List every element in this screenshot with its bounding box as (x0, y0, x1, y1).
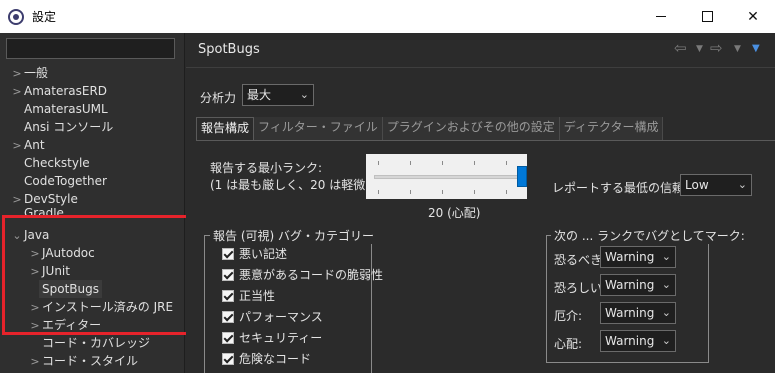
chevron-right-icon: > (30, 319, 40, 332)
rank-mark-select-concern[interactable]: Warning ⌄ (600, 330, 676, 352)
tree-item-code-style[interactable]: > コード・スタイル (28, 352, 138, 370)
window-title: 設定 (32, 10, 57, 24)
category-checkbox[interactable]: 正当性 (222, 288, 275, 304)
chevron-down-icon: ⌄ (299, 88, 309, 101)
tab-reporter-config[interactable]: 報告構成 (196, 117, 255, 140)
back-arrow-icon[interactable]: ⇦ (674, 39, 687, 57)
checkbox-checked-icon[interactable] (222, 248, 234, 260)
minimize-button[interactable] (638, 0, 684, 33)
rank-mark-select-troubling[interactable]: Warning ⌄ (600, 302, 676, 324)
chevron-right-icon: > (30, 301, 40, 314)
checkbox-checked-icon[interactable] (222, 353, 234, 365)
category-checkbox[interactable]: 危険なコード (222, 351, 311, 367)
forward-arrow-icon[interactable]: ⇨ (710, 39, 723, 57)
tree-item-gradle[interactable]: Gradle (24, 208, 64, 219)
checkbox-checked-icon[interactable] (222, 311, 234, 323)
preference-page: SpotBugs ⇦ ▼ ⇨ ▼ ▼ 分析力 最大 ⌄ 報告構成 フィルター・ファ… (186, 33, 775, 373)
tree-item-ansi-console[interactable]: Ansi コンソール (24, 118, 113, 136)
tree-item-installed-jres[interactable]: > インストール済みの JRE (28, 298, 173, 316)
slider-thumb[interactable] (517, 166, 527, 187)
chevron-right-icon: > (12, 193, 22, 206)
chevron-down-icon: ⌄ (737, 178, 747, 191)
tab-plugins[interactable]: プラグインおよびその他の設定 (382, 117, 560, 140)
tree-item-checkstyle[interactable]: Checkstyle (24, 154, 90, 172)
tab-detector-config[interactable]: ディテクター構成 (559, 117, 664, 140)
view-menu-icon[interactable]: ▼ (752, 43, 760, 54)
chevron-right-icon: > (12, 67, 22, 80)
min-rank-slider[interactable] (366, 154, 527, 199)
preferences-sidebar: > 一般 > AmaterasERD AmaterasUML Ansi コンソール … (0, 33, 185, 373)
category-checkbox[interactable]: セキュリティー (222, 330, 322, 346)
close-button[interactable]: ✕ (730, 0, 775, 33)
chevron-right-icon: > (30, 355, 40, 368)
chevron-down-icon: ⌄ (661, 306, 671, 319)
tree-item-editor[interactable]: > エディター (28, 316, 101, 334)
chevron-right-icon: > (30, 265, 40, 278)
chevron-down-icon: ⌄ (12, 229, 22, 242)
category-checkbox[interactable]: 悪い記述 (222, 246, 287, 262)
rank-mark-label-scary: 恐ろしい: (554, 281, 607, 295)
page-title: SpotBugs (198, 42, 260, 57)
tree-item-jautodoc[interactable]: > JAutodoc (28, 244, 94, 262)
tree-item-spotbugs[interactable]: SpotBugs (39, 280, 102, 298)
checkbox-checked-icon[interactable] (222, 290, 234, 302)
rank-mark-label-troubling: 厄介: (554, 309, 583, 323)
eclipse-logo-icon (8, 8, 24, 25)
tree-item-java[interactable]: ⌄ Java (10, 226, 49, 244)
chevron-down-icon: ⌄ (661, 278, 671, 291)
maximize-button[interactable] (684, 0, 730, 33)
tab-bar: 報告構成 フィルター・ファイル プラグインおよびその他の設定 ディテクター構成 (196, 117, 664, 140)
effort-label: 分析力 (200, 91, 237, 105)
tree-item-amaterasuml[interactable]: AmaterasUML (24, 100, 108, 118)
min-rank-label: 報告する最小ランク: (210, 161, 323, 175)
rank-mark-group-title: 次の ... ランクでバグとしてマーク: (551, 227, 748, 244)
confidence-select[interactable]: Low ⌄ (680, 174, 752, 196)
rank-mark-select-scariest[interactable]: Warning ⌄ (600, 246, 676, 268)
header-divider (186, 67, 775, 68)
confidence-label: レポートする最低の信頼度 (552, 181, 697, 195)
tree-item-amateraserd[interactable]: > AmaterasERD (10, 82, 107, 100)
chevron-right-icon: > (12, 139, 22, 152)
chevron-right-icon: > (30, 247, 40, 260)
category-checkbox[interactable]: 悪意があるコードの脆弱性 (222, 267, 383, 283)
category-checkbox[interactable]: パフォーマンス (222, 309, 323, 325)
rank-mark-label-scariest: 恐るべき: (554, 253, 607, 267)
tree-item-devstyle[interactable]: > DevStyle (10, 190, 77, 208)
checkbox-checked-icon[interactable] (222, 269, 234, 281)
checkbox-checked-icon[interactable] (222, 332, 234, 344)
categories-group-title: 報告 (可視) バグ・カテゴリー (210, 227, 377, 244)
min-rank-caption: 20 (心配) (428, 206, 481, 220)
rank-mark-label-concern: 心配: (554, 337, 583, 351)
chevron-down-icon: ⌄ (661, 334, 671, 347)
tab-filter-files[interactable]: フィルター・ファイル (254, 117, 383, 140)
tree-item-junit[interactable]: > JUnit (28, 262, 70, 280)
effort-select[interactable]: 最大 ⌄ (242, 84, 314, 106)
filter-input[interactable] (6, 38, 175, 59)
slider-track (374, 175, 519, 179)
chevron-right-icon: > (12, 85, 22, 98)
rank-mark-select-scary[interactable]: Warning ⌄ (600, 274, 676, 296)
tree-item-codetogether[interactable]: CodeTogether (24, 172, 107, 190)
tree-item-code-coverage[interactable]: コード・カバレッジ (42, 334, 150, 352)
tab-underline (196, 140, 775, 141)
tree-item-general[interactable]: > 一般 (10, 64, 48, 82)
forward-dropdown-icon[interactable]: ▼ (734, 44, 741, 54)
chevron-down-icon: ⌄ (661, 250, 671, 263)
back-dropdown-icon[interactable]: ▼ (696, 44, 703, 54)
tree-item-ant[interactable]: > Ant (10, 136, 44, 154)
title-bar: 設定 ✕ (0, 0, 775, 33)
